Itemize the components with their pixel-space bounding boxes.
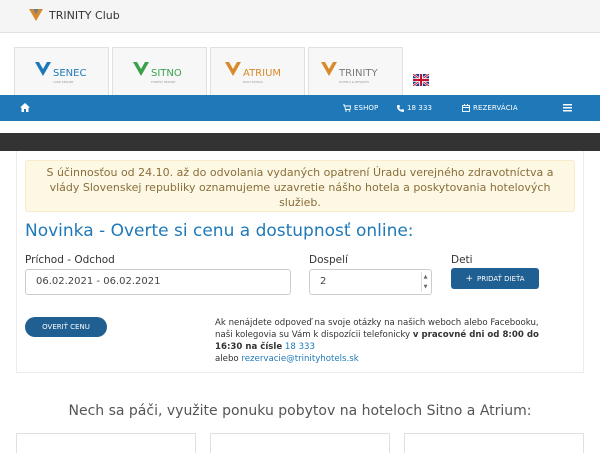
senec-logo-icon: SENEC LAKE RESORT <box>35 62 86 84</box>
phone-icon <box>397 104 404 112</box>
nav-phone-label: 18 333 <box>407 104 433 112</box>
offer-card[interactable] <box>16 433 196 453</box>
contact-line-3: 16:30 na čísle 18 333 <box>215 341 575 353</box>
trinity-logo-icon[interactable] <box>28 8 44 22</box>
date-range-input[interactable]: 06.02.2021 - 06.02.2021 <box>25 269 291 295</box>
main-navbar: ESHOP 18 333 REZERVÁCIA <box>0 95 600 121</box>
nav-reservation-label: REZERVÁCIA <box>473 104 518 112</box>
club-title[interactable]: TRINITY Club <box>49 9 120 22</box>
hotel-tab-trinity[interactable]: TRINITY HOTELS & RESORTS <box>308 47 403 95</box>
closure-alert: S účinnosťou od 24.10. až do odvolania v… <box>25 160 575 212</box>
contact-line-1: Ak nenájdete odpoveď na svoje otázky na … <box>215 318 539 328</box>
arrival-label: Príchod - Odchod <box>25 254 115 266</box>
uk-flag-icon[interactable] <box>413 74 429 86</box>
hotel-sub-sitno: FOREST RESORT <box>151 80 176 84</box>
hotel-name-senec: SENEC <box>53 68 86 79</box>
contact-info: Ak nenájdete odpoveď na svoje otázky na … <box>215 317 575 365</box>
offers-heading: Nech sa páči, využite ponuku pobytov na … <box>68 403 532 419</box>
hotel-sub-atrium: HIGH TATRAS <box>243 80 263 84</box>
adults-value: 2 <box>320 276 327 287</box>
check-price-button[interactable]: OVERIŤ CENU <box>25 317 107 337</box>
offer-card[interactable] <box>210 433 390 453</box>
adults-spinner[interactable]: ▲ ▼ <box>421 272 429 292</box>
cart-icon <box>343 104 351 112</box>
hotel-name-sitno: SITNO <box>151 68 182 79</box>
offer-card[interactable] <box>404 433 584 453</box>
adults-input[interactable]: 2 ▲ ▼ <box>309 269 432 295</box>
hotel-tab-sitno[interactable]: SITNO FOREST RESORT <box>112 47 207 95</box>
nav-reservation[interactable]: REZERVÁCIA <box>462 101 518 115</box>
calendar-icon <box>462 104 470 112</box>
booking-heading: Novinka - Overte si cenu a dostupnosť on… <box>25 221 414 241</box>
hotel-sub-trinity: HOTELS & RESORTS <box>339 80 369 84</box>
children-label: Deti <box>451 254 473 266</box>
email-link[interactable]: rezervacie@trinityhotels.sk <box>241 354 358 364</box>
hotel-tab-senec[interactable]: SENEC LAKE RESORT <box>14 47 109 95</box>
plus-icon: + <box>465 273 473 284</box>
hotel-tab-atrium[interactable]: ATRIUM HIGH TATRAS <box>210 47 305 95</box>
hotel-name-atrium: ATRIUM <box>243 68 281 79</box>
add-child-button[interactable]: + PRIDAŤ DIEŤA <box>451 268 539 289</box>
contact-line-2: naši kolegovia su Vám k dispozícii telef… <box>215 329 575 341</box>
contact-or: alebo <box>215 354 239 364</box>
sitno-logo-icon: SITNO FOREST RESORT <box>133 62 182 84</box>
adults-label: Dospelí <box>309 254 348 266</box>
trinity-hotels-logo-icon: TRINITY HOTELS & RESORTS <box>321 62 379 84</box>
contact-hours-end: 16:30 na čísle <box>215 342 283 352</box>
contact-line-4: alebo rezervacie@trinityhotels.sk <box>215 353 575 365</box>
nav-eshop[interactable]: ESHOP <box>343 101 378 115</box>
contact-hours: v pracovné dni od 8:00 do <box>412 330 539 340</box>
contact-line-2-text: naši kolegovia su Vám k dispozícii telef… <box>215 330 411 340</box>
top-bar: TRINITY Club <box>0 0 600 33</box>
hotel-name-trinity: TRINITY <box>338 68 379 79</box>
home-icon[interactable] <box>20 103 30 112</box>
add-child-label: PRIDAŤ DIEŤA <box>476 274 525 283</box>
atrium-logo-icon: ATRIUM HIGH TATRAS <box>225 62 281 84</box>
dark-strip <box>0 133 600 151</box>
hamburger-icon[interactable] <box>563 103 572 112</box>
phone-link[interactable]: 18 333 <box>285 342 315 352</box>
hotel-sub-senec: LAKE RESORT <box>53 80 74 84</box>
nav-eshop-label: ESHOP <box>354 104 379 112</box>
nav-phone[interactable]: 18 333 <box>397 101 432 115</box>
booking-panel: S účinnosťou od 24.10. až do odvolania v… <box>16 151 584 373</box>
